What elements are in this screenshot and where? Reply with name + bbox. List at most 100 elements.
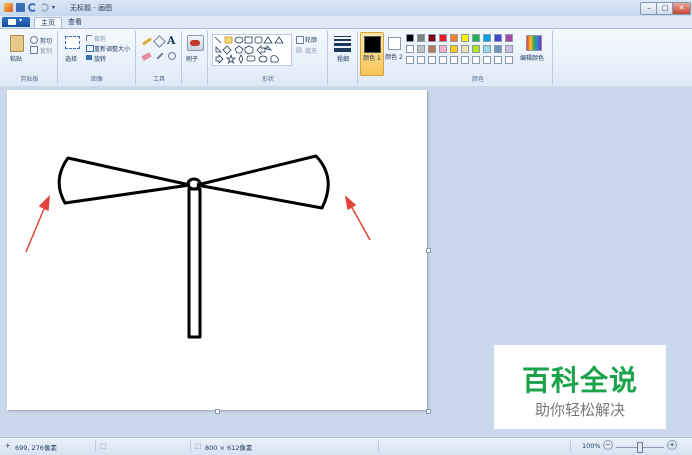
magnifier-icon[interactable] [168,52,176,60]
size-group: 粗细 [329,31,358,84]
clipboard-group-label: 剪贴板 [20,76,39,83]
color-swatch[interactable] [428,34,436,42]
watermark: 百科全说 助你轻松解决 [494,345,666,429]
zoom-in-icon[interactable]: + [667,440,677,450]
fill-bucket-icon[interactable] [296,47,302,53]
color-swatch[interactable] [483,45,491,53]
color-swatch[interactable] [461,34,469,42]
color1-label: 颜色 1 [363,55,381,62]
resize-button[interactable]: 重新调整大小 [94,44,130,53]
color2-swatch [388,37,401,50]
color-swatch[interactable] [428,45,436,53]
crop-icon[interactable] [86,35,92,41]
fill-button[interactable]: 填充 [305,46,317,55]
color2-button[interactable]: 颜色 2 [385,32,405,74]
shapes-gallery[interactable] [212,34,292,66]
select-icon[interactable] [65,36,80,49]
brushes-button[interactable]: 刷子 [186,54,198,63]
color-swatch[interactable] [472,56,480,64]
ribbon: 粘贴 剪切 复制 剪贴板 选择 裁剪 重新调整大小 旋转 图像 A 工具 刷子 [0,28,692,87]
customize-toolbar-icon[interactable]: ▾ [52,3,57,12]
color-swatch[interactable] [450,34,458,42]
selection-size-icon: ⬚ [100,442,107,450]
status-divider [378,440,379,452]
line-size-icon[interactable] [334,36,351,52]
color-swatch[interactable] [406,34,414,42]
resize-icon[interactable] [86,45,94,52]
text-icon[interactable]: A [167,34,176,47]
color-swatch[interactable] [450,56,458,64]
zoom-out-icon[interactable]: − [603,440,613,450]
color-swatch[interactable] [472,45,480,53]
tools-group-label: 工具 [152,76,165,83]
color-swatch[interactable] [461,56,469,64]
color1-button[interactable]: 颜色 1 [360,32,384,76]
tools-group: A 工具 [137,31,182,84]
color-swatch[interactable] [439,45,447,53]
edit-colors-button[interactable]: 编辑颜色 [520,53,544,62]
redo-icon[interactable] [40,3,49,12]
tab-view[interactable]: 查看 [62,17,88,28]
zoom-slider-thumb[interactable] [637,442,643,453]
color-swatch[interactable] [494,56,502,64]
close-button[interactable]: ✕ [672,2,691,15]
colors-group: 编辑颜色 颜色 [404,31,553,84]
color-swatch[interactable] [505,34,513,42]
color-swatch[interactable] [505,45,513,53]
canvas-size: 800 × 612像素 [205,444,253,452]
file-menu-button[interactable]: ▾ [2,17,30,27]
color-swatch[interactable] [439,34,447,42]
color-swatch[interactable] [472,34,480,42]
color-swatch[interactable] [483,34,491,42]
color-swatch[interactable] [483,56,491,64]
color-swatch[interactable] [406,45,414,53]
color-swatch[interactable] [494,45,502,53]
edit-colors-icon[interactable] [526,35,542,51]
color-swatch[interactable] [505,56,513,64]
outline-icon[interactable] [296,36,304,44]
cursor-position: 699, 276像素 [15,444,57,452]
crop-button[interactable]: 裁剪 [94,34,106,43]
cut-icon[interactable] [30,36,38,44]
status-divider [95,440,96,452]
pencil-icon[interactable] [142,37,152,46]
quick-access-toolbar: ▾ [4,3,57,12]
right-arrow [349,203,371,241]
color1-swatch [364,36,381,53]
image-group: 选择 裁剪 重新调整大小 旋转 图像 [59,31,136,84]
save-icon[interactable] [16,3,25,12]
copy-icon[interactable] [30,46,38,54]
shapes-group-label: 形状 [261,76,274,83]
copy-button[interactable]: 复制 [40,46,52,55]
color-swatch[interactable] [439,56,447,64]
select-button[interactable]: 选择 [65,54,77,63]
rotate-icon[interactable] [86,55,92,60]
color-swatch[interactable] [406,56,414,64]
paste-button[interactable]: 粘贴 [10,54,22,63]
left-arrow [25,203,47,253]
title-bar: ▾ 无标题 - 画图 – □ ✕ [0,0,692,17]
color-swatch[interactable] [494,34,502,42]
paint-app-icon[interactable] [4,3,13,12]
eraser-icon[interactable] [141,52,152,61]
size-button[interactable]: 粗细 [337,54,349,63]
watermark-title: 百科全说 [521,364,638,397]
right-arrow-head [344,195,357,211]
watermark-subtitle: 助你轻松解决 [534,401,625,419]
ribbon-tabs: ▾ 主页 查看 [0,16,692,29]
color-swatch[interactable] [417,45,425,53]
color-swatch[interactable] [450,45,458,53]
color-swatch[interactable] [417,56,425,64]
color-picker-icon[interactable] [156,52,164,60]
undo-icon[interactable] [28,3,37,12]
paste-icon[interactable] [10,35,24,52]
color-swatch[interactable] [428,56,436,64]
color-swatch[interactable] [461,45,469,53]
rotate-button[interactable]: 旋转 [94,54,106,63]
fill-icon[interactable] [153,35,166,48]
color-swatch[interactable] [417,34,425,42]
brushes-group: 刷子 [183,31,208,84]
outline-button[interactable]: 轮廓 [305,35,317,44]
status-bar: ✛ 699, 276像素 ⬚ ⬚ 800 × 612像素 100% − + [0,437,692,455]
cut-button[interactable]: 剪切 [40,36,52,45]
